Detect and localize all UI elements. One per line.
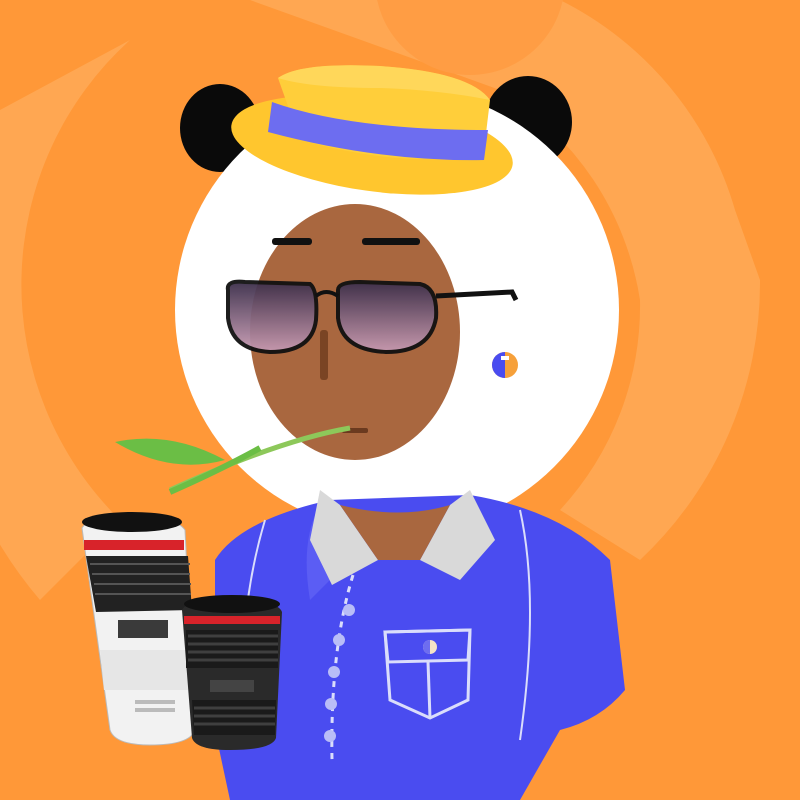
shirt-button xyxy=(343,604,355,616)
shirt-button xyxy=(328,666,340,678)
shirt-button xyxy=(333,634,345,646)
logo-icon xyxy=(492,352,518,378)
nose xyxy=(320,330,328,380)
left-eyebrow xyxy=(272,238,312,245)
camera-lens-icon xyxy=(182,595,282,750)
logo-icon xyxy=(423,640,437,654)
shirt-button xyxy=(325,698,337,710)
right-eyebrow xyxy=(362,238,420,245)
avatar-illustration xyxy=(0,0,800,800)
shirt-button xyxy=(324,730,336,742)
